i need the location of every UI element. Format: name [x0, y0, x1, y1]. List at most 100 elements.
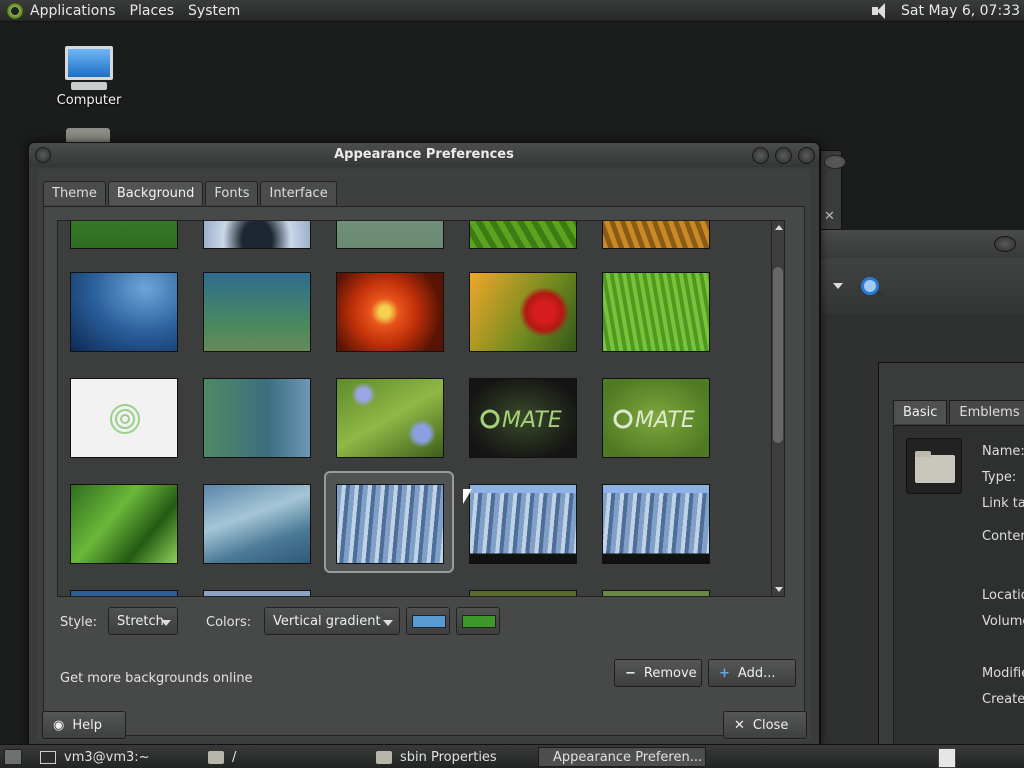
add-icon: +	[719, 665, 730, 681]
mate-logo-icon[interactable]	[6, 1, 24, 20]
taskbar-item-label: /	[232, 749, 237, 765]
scrollbar-thumb[interactable]	[773, 267, 783, 443]
colors-combo[interactable]: Vertical gradient	[264, 607, 400, 635]
wallpaper-thumbnail[interactable]	[602, 590, 710, 596]
wallpaper-thumbnail[interactable]	[203, 590, 311, 596]
bottom-panel: vm3@vm3:~ / sbin Properties Appearance P…	[0, 744, 1024, 768]
wallpaper-thumbnail[interactable]	[203, 221, 311, 249]
wallpaper-thumbnail[interactable]	[70, 272, 178, 352]
mate-logo-icon	[110, 404, 140, 434]
get-more-backgrounds-label: Get more backgrounds online	[60, 671, 253, 686]
menu-system[interactable]: System	[188, 3, 240, 19]
taskbar-item-label: Appearance Preferen...	[553, 749, 703, 765]
taskbar-item-label: sbin Properties	[400, 749, 497, 765]
close-icon[interactable]: ✕	[824, 209, 835, 224]
desktop-icon-computer[interactable]: Computer	[56, 46, 122, 108]
appearance-preferences-dialog: Appearance Preferences Theme Background …	[28, 142, 820, 746]
show-desktop-icon[interactable]	[4, 749, 22, 765]
chevron-down-icon[interactable]	[833, 283, 843, 289]
field-label-contents: Conten	[982, 529, 1024, 544]
wallpaper-thumbnail[interactable]	[203, 378, 311, 458]
terminal-icon	[40, 750, 56, 764]
wallpaper-thumbnail[interactable]	[70, 484, 178, 564]
wallpaper-thumbnail[interactable]	[70, 221, 178, 249]
wallpaper-thumbnail[interactable]	[70, 378, 178, 458]
wallpaper-thumbnail[interactable]	[469, 272, 577, 352]
wallpaper-thumbnail[interactable]	[602, 221, 710, 249]
wallpaper-thumbnail[interactable]	[469, 590, 577, 596]
wallpaper-thumbnail[interactable]	[469, 484, 577, 564]
wallpaper-thumbnail[interactable]	[336, 272, 444, 352]
wallpaper-thumbnail[interactable]	[203, 272, 311, 352]
top-panel: Applications Places System Sat May 6, 07…	[0, 0, 1024, 22]
wallpaper-thumbnail[interactable]	[203, 484, 311, 564]
field-label-name: Name:	[982, 444, 1024, 459]
tab-basic[interactable]: Basic	[893, 400, 948, 424]
tab-interface[interactable]: Interface	[260, 181, 337, 205]
scroll-up-icon[interactable]	[775, 225, 783, 230]
style-combo-value: Stretch	[117, 614, 164, 629]
gallery-scrollbar[interactable]	[771, 220, 785, 597]
clock[interactable]: Sat May 6, 07:33	[901, 3, 1020, 19]
svg-text:MATE: MATE	[502, 408, 562, 433]
style-label: Style:	[60, 615, 98, 630]
dialog-titlebar[interactable]: Appearance Preferences	[29, 143, 819, 167]
wallpaper-gallery[interactable]: MATE MATE	[57, 220, 783, 597]
scroll-down-icon[interactable]	[775, 587, 783, 592]
taskbar-item-terminal[interactable]: vm3@vm3:~	[34, 747, 194, 767]
wallpaper-thumbnail-selected[interactable]	[336, 484, 444, 564]
properties-window: Basic Emblems Name: Type: Link tar Conte…	[878, 362, 1024, 755]
taskbar-item-appearance[interactable]: Appearance Preferen...	[538, 747, 706, 767]
background-tab-panel: MATE MATE Style: Stretch Colors: Vertica…	[43, 206, 805, 736]
computer-icon-base	[71, 82, 107, 90]
field-label-type: Type:	[982, 470, 1017, 485]
volume-icon[interactable]	[869, 2, 891, 20]
help-button-label: Help	[72, 717, 102, 733]
window-button-icon[interactable]	[824, 155, 846, 169]
wallpaper-thumbnail[interactable]: MATE	[602, 378, 710, 458]
wallpaper-thumbnail[interactable]	[336, 221, 444, 249]
field-label-created: Created	[982, 692, 1024, 707]
minimize-icon[interactable]	[752, 147, 769, 164]
close-button[interactable]: ✕ Close	[723, 711, 807, 739]
close-icon[interactable]	[994, 236, 1016, 252]
close-icon[interactable]	[798, 147, 815, 164]
wallpaper-thumbnail[interactable]	[602, 484, 710, 564]
trash-icon[interactable]	[938, 748, 956, 768]
primary-color-button[interactable]	[406, 607, 450, 635]
search-icon[interactable]	[861, 277, 879, 295]
dialog-title: Appearance Preferences	[334, 147, 514, 162]
window-buttons	[746, 147, 815, 164]
file-browser-toolbar	[821, 258, 1024, 314]
wallpaper-thumbnail[interactable]	[336, 378, 444, 458]
secondary-color-swatch	[462, 615, 496, 628]
wallpaper-thumbnail[interactable]: MATE	[469, 378, 577, 458]
mouse-pointer-icon	[463, 489, 472, 504]
tab-fonts[interactable]: Fonts	[205, 181, 259, 205]
tab-emblems[interactable]: Emblems	[949, 400, 1024, 424]
menu-applications[interactable]: Applications	[30, 3, 116, 19]
desktop-icon-label: Computer	[56, 93, 122, 108]
taskbar-item-root-folder[interactable]: /	[202, 747, 362, 767]
remove-button[interactable]: − Remove	[614, 659, 702, 687]
colors-combo-value: Vertical gradient	[273, 614, 381, 629]
wallpaper-thumbnail[interactable]	[469, 221, 577, 249]
tab-theme[interactable]: Theme	[43, 181, 106, 205]
menu-places[interactable]: Places	[130, 3, 175, 19]
tab-background[interactable]: Background	[107, 181, 204, 205]
wallpaper-thumbnail[interactable]	[70, 590, 178, 596]
style-combo[interactable]: Stretch	[108, 607, 178, 635]
chevron-down-icon	[383, 620, 393, 626]
computer-icon	[65, 46, 113, 80]
secondary-color-button[interactable]	[456, 607, 500, 635]
desktop-folder-icon[interactable]	[66, 128, 110, 142]
taskbar-item-sbin-properties[interactable]: sbin Properties	[370, 747, 530, 767]
help-button[interactable]: ◉ Help	[42, 711, 126, 739]
mate-logo-icon: MATE	[480, 408, 562, 433]
folder-icon	[208, 750, 224, 764]
field-label-location: Location	[982, 588, 1024, 603]
add-button[interactable]: + Add...	[708, 659, 796, 687]
maximize-icon[interactable]	[775, 147, 792, 164]
wallpaper-thumbnail[interactable]	[602, 272, 710, 352]
help-icon: ◉	[53, 717, 65, 733]
